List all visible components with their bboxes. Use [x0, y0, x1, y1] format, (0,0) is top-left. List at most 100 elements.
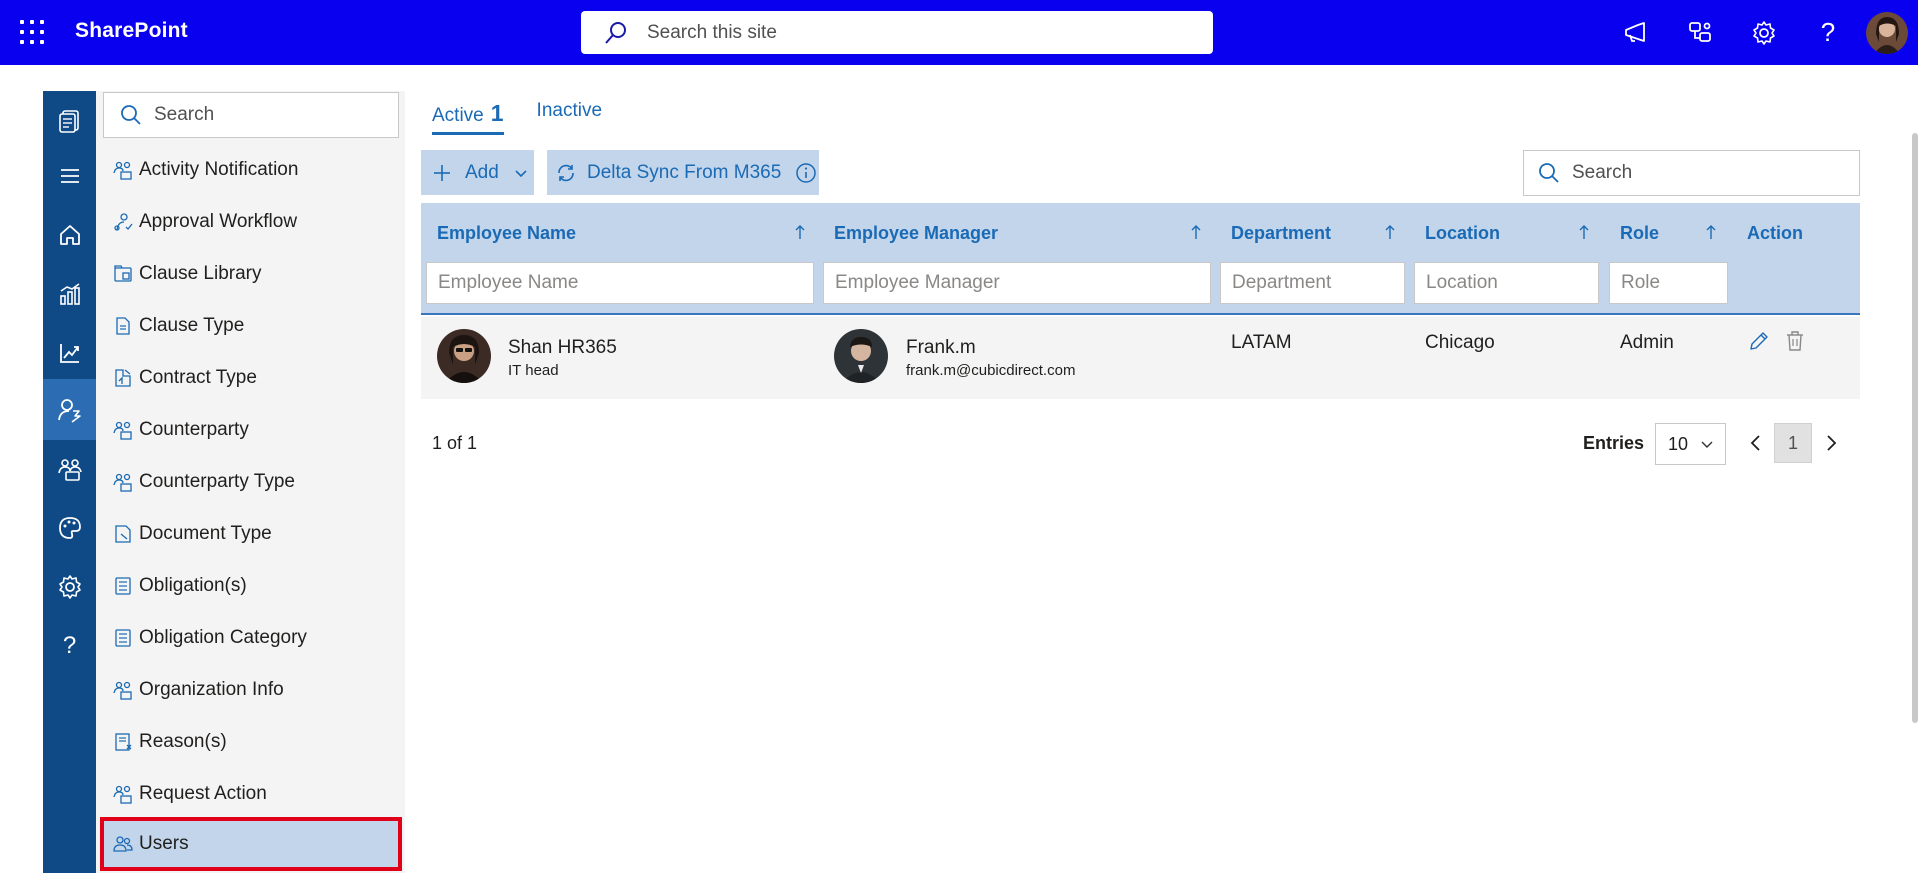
nav-item-contract-type[interactable]: Contract Type [113, 358, 403, 398]
entries-select[interactable]: 10 [1655, 423, 1726, 465]
filter-location[interactable] [1414, 262, 1599, 304]
waffle-icon[interactable] [20, 20, 44, 44]
people-icon [113, 681, 132, 700]
nav-item-obligation-category[interactable]: Obligation Category [113, 618, 403, 658]
trend-chart-icon[interactable] [43, 325, 96, 381]
library-icon [114, 265, 132, 282]
plus-icon [434, 164, 450, 181]
filter-employee-name[interactable] [426, 262, 814, 304]
document-icon [116, 317, 130, 335]
people-icon [113, 785, 132, 804]
nav-item-counterparty[interactable]: Counterparty [113, 410, 403, 450]
workflow-icon [114, 213, 133, 231]
documents-logo-icon[interactable] [43, 93, 96, 149]
megaphone-icon[interactable] [1604, 0, 1668, 65]
people-group-icon[interactable] [43, 441, 96, 497]
page-number-button[interactable]: 1 [1774, 423, 1812, 463]
sort-arrow-icon[interactable] [793, 223, 807, 241]
column-header-action: Action [1747, 223, 1803, 243]
app-rail: ? [43, 91, 96, 873]
home-icon[interactable] [43, 207, 96, 263]
column-header-employee-manager[interactable]: Employee Manager [834, 223, 998, 244]
nav-search-input[interactable] [154, 104, 384, 126]
column-header-department[interactable]: Department [1231, 223, 1331, 244]
tab-active[interactable]: Active 1 [432, 100, 504, 135]
site-search-box[interactable] [581, 11, 1213, 54]
gear-icon[interactable] [1732, 0, 1796, 65]
document-type-icon [115, 525, 131, 543]
people-icon [113, 161, 132, 180]
table-header: Employee Name Employee Manager Departmen… [421, 203, 1860, 315]
nav-item-clause-type[interactable]: Clause Type [113, 306, 403, 346]
people-icon [113, 421, 132, 440]
info-icon[interactable] [795, 162, 817, 184]
user-settings-icon[interactable] [43, 379, 96, 440]
role-cell: Admin [1620, 332, 1674, 353]
employee-name: Shan HR365 [508, 337, 617, 358]
palette-icon[interactable] [43, 500, 96, 556]
site-search-input[interactable] [647, 21, 1187, 44]
nav-item-counterparty-type[interactable]: Counterparty Type [113, 462, 403, 502]
nav-item-organization-info[interactable]: Organization Info [113, 670, 403, 710]
nav-item-clause-library[interactable]: Clause Library [113, 254, 403, 294]
filter-department[interactable] [1220, 262, 1405, 304]
contract-icon [115, 369, 131, 387]
list-doc-icon [115, 629, 131, 647]
list-doc-icon [115, 577, 131, 595]
pagination-summary: 1 of 1 [432, 433, 478, 453]
employee-title: IT head [508, 362, 559, 379]
filter-role[interactable] [1609, 262, 1728, 304]
chevron-down-icon [515, 169, 527, 177]
reason-icon [115, 733, 132, 751]
nav-item-request-action[interactable]: Request Action [113, 774, 403, 814]
app-name[interactable]: SharePoint [75, 19, 188, 43]
table-search-input[interactable] [1572, 162, 1842, 184]
sort-arrow-icon[interactable] [1577, 223, 1591, 241]
delete-icon[interactable] [1783, 329, 1807, 353]
nav-item-users[interactable]: Users [100, 817, 402, 871]
people-icon [113, 473, 132, 492]
status-tabs: Active 1 Inactive [432, 100, 602, 135]
tab-inactive[interactable]: Inactive [537, 100, 602, 135]
search-icon [1539, 163, 1559, 183]
nav-item-obligations[interactable]: Obligation(s) [113, 566, 403, 606]
nav-item-approval-workflow[interactable]: Approval Workflow [113, 202, 403, 242]
table-row[interactable]: Shan HR365 IT head Frank.m frank.m@cubic… [421, 317, 1860, 399]
nav-item-reasons[interactable]: Reason(s) [113, 722, 403, 762]
sync-icon [558, 164, 574, 181]
edit-icon[interactable] [1747, 329, 1771, 353]
nav-item-document-type[interactable]: Document Type [113, 514, 403, 554]
dashboard-chart-icon[interactable] [43, 266, 96, 322]
department-cell: LATAM [1231, 332, 1292, 353]
chevron-down-icon [1701, 441, 1713, 448]
table-search-box[interactable] [1523, 150, 1860, 196]
menu-icon[interactable] [43, 148, 96, 204]
manager-email: frank.m@cubicdirect.com [906, 362, 1076, 379]
sort-arrow-icon[interactable] [1383, 223, 1397, 241]
location-cell: Chicago [1425, 332, 1495, 353]
suite-bar: SharePoint ? [0, 0, 1918, 65]
avatar [437, 329, 491, 383]
chevron-right-icon[interactable] [1820, 432, 1842, 454]
nav-search-box[interactable] [103, 92, 399, 138]
delta-sync-button[interactable]: Delta Sync From M365 [547, 150, 819, 195]
sort-arrow-icon[interactable] [1704, 223, 1718, 241]
avatar [834, 329, 888, 383]
settings-nav: Activity Notification Approval Workflow … [96, 91, 405, 873]
tab-count-badge: 1 [490, 100, 504, 126]
add-button[interactable]: Add [421, 150, 534, 195]
filter-employee-manager[interactable] [823, 262, 1211, 304]
app-switch-icon[interactable] [1668, 0, 1732, 65]
chevron-left-icon[interactable] [1745, 432, 1767, 454]
gear-icon[interactable] [43, 559, 96, 615]
help-icon[interactable]: ? [43, 618, 96, 674]
column-header-location[interactable]: Location [1425, 223, 1500, 244]
page-scrollbar[interactable] [1912, 133, 1918, 723]
column-header-role[interactable]: Role [1620, 223, 1659, 244]
nav-item-activity-notification[interactable]: Activity Notification [113, 150, 403, 190]
column-header-employee-name[interactable]: Employee Name [437, 223, 576, 244]
sort-arrow-icon[interactable] [1189, 223, 1203, 241]
search-icon [605, 21, 626, 44]
help-icon[interactable]: ? [1796, 0, 1860, 65]
avatar[interactable] [1866, 11, 1908, 54]
